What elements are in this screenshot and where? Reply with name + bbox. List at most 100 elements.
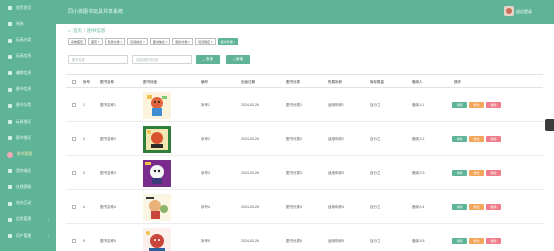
column-header[interactable]: 序号 <box>83 80 90 85</box>
column-header[interactable]: 编号 <box>201 80 208 85</box>
row-checkbox[interactable] <box>72 205 76 209</box>
publish-date: 2024-03-26 <box>241 137 259 141</box>
table-row: 3 图书名称3 序号3 2024-03-26 图书分类3 适用年龄3 百分之 借阅人3 详情修… <box>66 156 543 190</box>
book-cover[interactable] <box>143 160 171 187</box>
close-icon[interactable]: × <box>210 40 213 44</box>
book-stock: 百分之 <box>370 239 381 243</box>
book-code: 序号2 <box>201 137 210 141</box>
sidebar-item-label: 用户管理 <box>16 233 32 238</box>
row-checkbox[interactable] <box>72 239 76 243</box>
close-icon[interactable]: × <box>120 40 122 44</box>
column-header[interactable]: 图书分类 <box>286 80 300 85</box>
row-checkbox[interactable] <box>72 103 76 107</box>
tab-tag[interactable]: 玩具分类 × <box>104 38 126 45</box>
close-icon[interactable]: × <box>165 40 168 44</box>
chevron-down-icon: ⌄ <box>46 216 50 222</box>
sidebar-item[interactable]: 玩具信息 <box>0 51 56 63</box>
query-button[interactable]: ⌕ 查询 <box>196 55 220 64</box>
add-button[interactable]: + 新增 <box>226 55 250 64</box>
user-icon <box>8 234 12 239</box>
book-category: 图书分类3 <box>286 171 302 175</box>
column-header[interactable]: 图书名称 <box>100 80 114 85</box>
detail-button[interactable]: 详情 <box>452 136 467 142</box>
column-header[interactable]: 图书封面 <box>143 80 157 85</box>
edit-button[interactable]: 修改 <box>469 238 484 244</box>
book-name: 图书名称2 <box>100 137 116 141</box>
edit-button[interactable]: 修改 <box>469 136 484 142</box>
book-cover[interactable] <box>143 194 171 221</box>
sidebar-item[interactable]: 图书分类 <box>0 100 56 112</box>
sidebar-item[interactable]: 首页首页 <box>0 2 56 14</box>
delete-button[interactable]: 删除 <box>486 238 501 244</box>
column-header[interactable]: 所属年龄 <box>328 80 342 85</box>
sidebar-item-label: 图书分类 <box>16 103 32 108</box>
column-header: 操作 <box>454 80 461 84</box>
sidebar-item-label: 系统 <box>16 21 24 26</box>
sidebar-item-label: 编辑信息 <box>16 70 32 75</box>
category-select[interactable]: 请选择图书分类 <box>132 55 192 64</box>
sidebar-item[interactable]: 用户管理 ⌄ <box>0 230 56 242</box>
logout-link[interactable]: 退出登录 <box>516 9 532 15</box>
tab-tag[interactable]: 图书信息 × <box>149 38 171 45</box>
close-icon[interactable]: × <box>233 40 236 44</box>
detail-button[interactable]: 详情 <box>452 238 467 244</box>
close-icon[interactable]: × <box>97 40 100 44</box>
book-cover[interactable] <box>143 126 171 153</box>
book-person: 借阅人5 <box>412 239 425 243</box>
sidebar-item[interactable]: 图书借还 <box>0 132 56 144</box>
sidebar-item[interactable]: 图书管理 <box>0 149 56 161</box>
swap-icon <box>8 120 12 125</box>
side-scroll-tab[interactable] <box>545 119 554 131</box>
breadcrumb-home[interactable]: 首页 <box>73 28 82 33</box>
sidebar-item[interactable]: 在线客服 <box>0 181 56 193</box>
tab-tag[interactable]: 图书分类 × <box>172 38 194 45</box>
sidebar-item-label: 站内互动 <box>16 201 32 206</box>
row-checkbox[interactable] <box>72 137 76 141</box>
sidebar-item[interactable]: 站内互动 <box>0 198 56 210</box>
close-icon[interactable]: × <box>142 40 145 44</box>
column-header[interactable]: 借阅人 <box>412 80 423 85</box>
book-cover[interactable] <box>143 92 171 119</box>
delete-button[interactable]: 删除 <box>486 170 501 176</box>
column-header[interactable]: 出版日期 <box>241 80 255 85</box>
sidebar-item-label: 首页首页 <box>16 5 32 10</box>
publish-date: 2024-03-26 <box>241 103 259 107</box>
edit-button[interactable]: 修改 <box>469 170 484 176</box>
book-cover[interactable] <box>143 228 171 251</box>
edit-button[interactable]: 修改 <box>469 102 484 108</box>
home-icon[interactable]: ⌂ <box>68 28 71 34</box>
sidebar-item[interactable]: 图书信息 <box>0 84 56 96</box>
select-all-checkbox[interactable] <box>72 79 76 84</box>
folder-icon <box>8 103 12 108</box>
delete-button[interactable]: 删除 <box>486 136 501 142</box>
sidebar-item[interactable]: 编辑信息 <box>0 67 56 79</box>
app-title: 同小孩图书玩具共享系统 <box>68 9 124 15</box>
detail-button[interactable]: 详情 <box>452 170 467 176</box>
row-index: 2 <box>83 137 85 141</box>
tab-tag[interactable]: 首页 × <box>88 38 103 45</box>
chevron-down-icon: ⌄ <box>46 233 50 239</box>
book-category: 图书分类2 <box>286 137 302 141</box>
detail-button[interactable]: 详情 <box>452 204 467 210</box>
detail-button[interactable]: 详情 <box>452 102 467 108</box>
sidebar-item[interactable]: 我的借还 <box>0 165 56 177</box>
sidebar-item[interactable]: 系统 <box>0 18 56 30</box>
sidebar-item[interactable]: 玩具借还 <box>0 116 56 128</box>
search-name-input[interactable]: 图书名称 <box>68 55 128 64</box>
sidebar-item-label: 我的借还 <box>16 168 32 173</box>
column-header[interactable]: 库存数量 <box>370 80 384 85</box>
tab-tag[interactable]: 玩具信息 × <box>127 38 148 45</box>
tab-tag[interactable]: 系统首页 <box>68 38 87 45</box>
avatar[interactable] <box>504 6 514 16</box>
sidebar-item[interactable]: 玩具分类 <box>0 35 56 47</box>
delete-button[interactable]: 删除 <box>486 102 501 108</box>
close-icon[interactable]: × <box>187 40 190 44</box>
tab-tag[interactable]: 图书管理 × <box>217 38 239 45</box>
book-person: 借阅人2 <box>412 137 425 141</box>
sidebar-item[interactable]: 信息管理 ⌄ <box>0 214 56 226</box>
edit-button[interactable]: 修改 <box>469 204 484 210</box>
delete-button[interactable]: 删除 <box>486 204 501 210</box>
book-age: 适用年龄3 <box>328 171 344 175</box>
row-checkbox[interactable] <box>72 171 76 175</box>
tab-tag[interactable]: 玩具借还 × <box>195 38 216 45</box>
